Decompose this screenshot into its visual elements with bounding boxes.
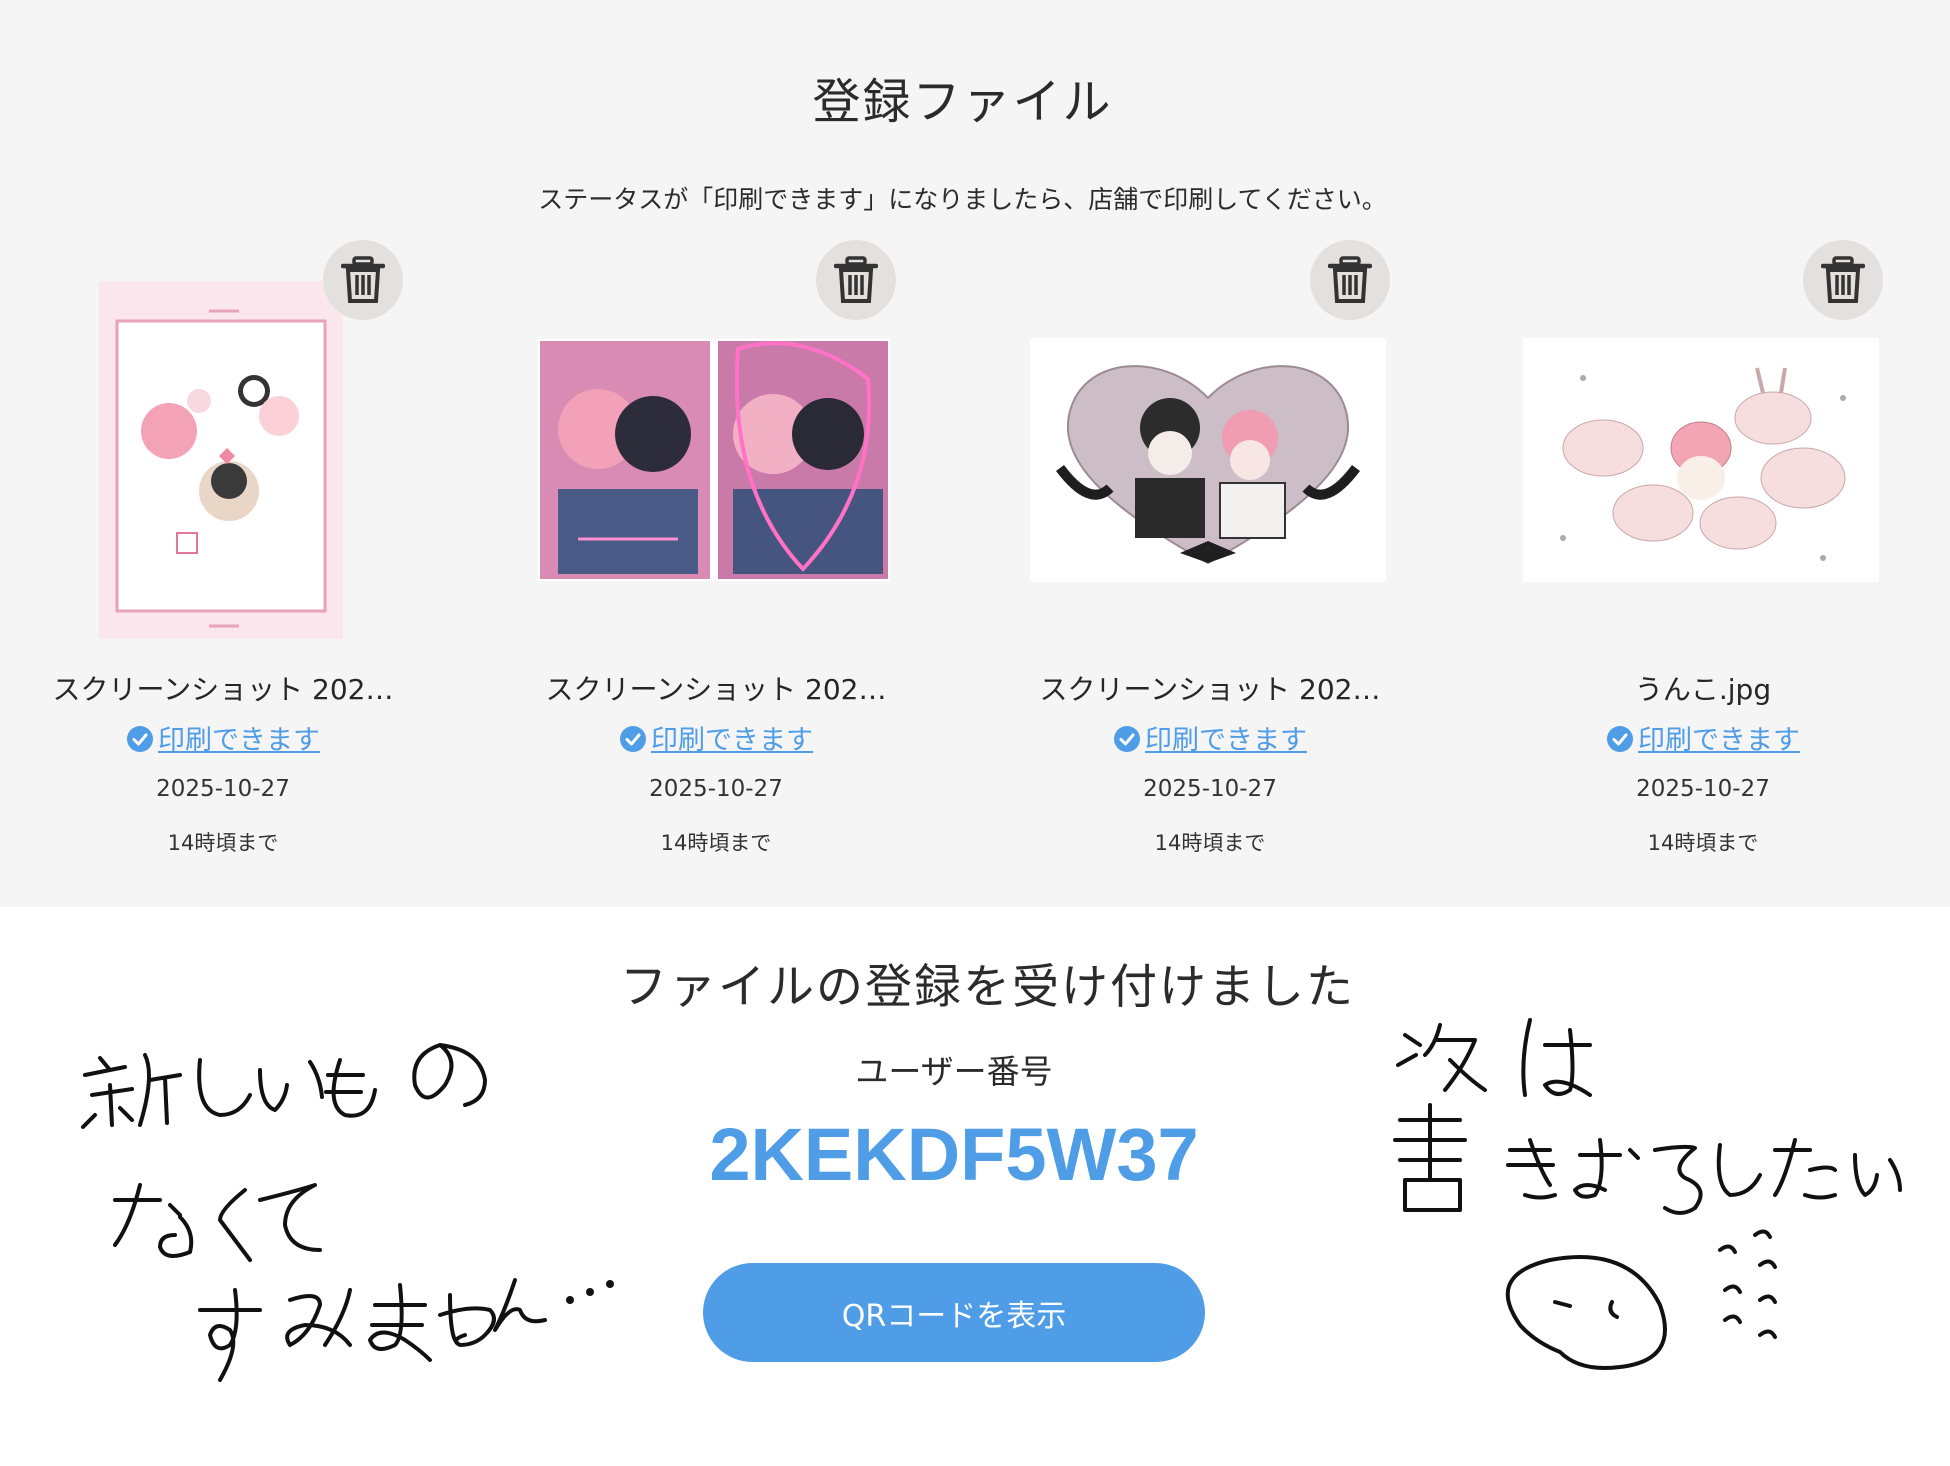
delete-button[interactable] bbox=[1803, 240, 1883, 320]
bunnies-sketch-thumbnail bbox=[1523, 338, 1879, 582]
file-deadline: 14時頃まで bbox=[167, 831, 279, 855]
page-title: 登録ファイル bbox=[812, 74, 1113, 130]
status-row: 印刷できます bbox=[990, 718, 1430, 757]
file-thumbnail[interactable] bbox=[1523, 280, 1879, 640]
status-row: 印刷できます bbox=[3, 718, 443, 757]
heart-frame-thumbnail bbox=[1030, 338, 1386, 582]
instruction-text: ステータスが「印刷できます」になりましたら、店舗で印刷してください。 bbox=[538, 185, 1387, 214]
print-status-link[interactable]: 印刷できます bbox=[158, 725, 320, 756]
check-circle-icon bbox=[620, 726, 646, 752]
handwritten-note-left bbox=[81, 1043, 614, 1382]
file-thumbnail[interactable] bbox=[536, 280, 892, 640]
check-circle-icon bbox=[127, 726, 153, 752]
trash-icon bbox=[1821, 256, 1865, 303]
file-date: 2025-10-27 bbox=[1636, 776, 1770, 802]
file-deadline: 14時頃まで bbox=[1647, 831, 1759, 855]
registration-complete-title: ファイルの登録を受け付けました bbox=[620, 960, 1355, 1015]
file-name: スクリーンショット 202… bbox=[52, 673, 394, 706]
delete-button[interactable] bbox=[1310, 240, 1390, 320]
neon-comic-thumbnail bbox=[538, 339, 890, 581]
delete-button[interactable] bbox=[323, 240, 403, 320]
file-card: スクリーンショット 202… 印刷できます 2025-10-27 14時頃まで bbox=[496, 240, 936, 880]
file-deadline: 14時頃まで bbox=[660, 831, 772, 855]
file-card: うんこ.jpg 印刷できます 2025-10-27 14時頃まで bbox=[1483, 240, 1923, 880]
file-thumbnail[interactable] bbox=[43, 280, 399, 640]
file-date: 2025-10-27 bbox=[649, 776, 783, 802]
trash-icon bbox=[341, 256, 385, 303]
pink-poster-thumbnail bbox=[99, 281, 343, 639]
print-status-link[interactable]: 印刷できます bbox=[1145, 725, 1307, 756]
file-deadline: 14時頃まで bbox=[1154, 831, 1266, 855]
file-date: 2025-10-27 bbox=[1143, 776, 1277, 802]
file-card: スクリーンショット 202… 印刷できます 2025-10-27 14時頃まで bbox=[3, 240, 443, 880]
file-name: スクリーンショット 202… bbox=[1039, 673, 1381, 706]
show-qr-code-button[interactable]: QRコードを表示 bbox=[703, 1263, 1205, 1362]
user-number-value: 2KEKDF5W37 bbox=[709, 1113, 1199, 1196]
file-card: スクリーンショット 202… 印刷できます 2025-10-27 14時頃まで bbox=[990, 240, 1430, 880]
status-row: 印刷できます bbox=[1483, 718, 1923, 757]
print-status-link[interactable]: 印刷できます bbox=[651, 725, 813, 756]
trash-icon bbox=[1328, 256, 1372, 303]
check-circle-icon bbox=[1607, 726, 1633, 752]
print-status-link[interactable]: 印刷できます bbox=[1638, 725, 1800, 756]
trash-icon bbox=[834, 256, 878, 303]
check-circle-icon bbox=[1114, 726, 1140, 752]
file-name: うんこ.jpg bbox=[1634, 673, 1772, 706]
delete-button[interactable] bbox=[816, 240, 896, 320]
file-thumbnail[interactable] bbox=[1030, 280, 1386, 640]
file-date: 2025-10-27 bbox=[156, 776, 290, 802]
user-number-label: ユーザー番号 bbox=[855, 1052, 1053, 1091]
status-row: 印刷できます bbox=[496, 718, 936, 757]
file-name: スクリーンショット 202… bbox=[545, 673, 887, 706]
